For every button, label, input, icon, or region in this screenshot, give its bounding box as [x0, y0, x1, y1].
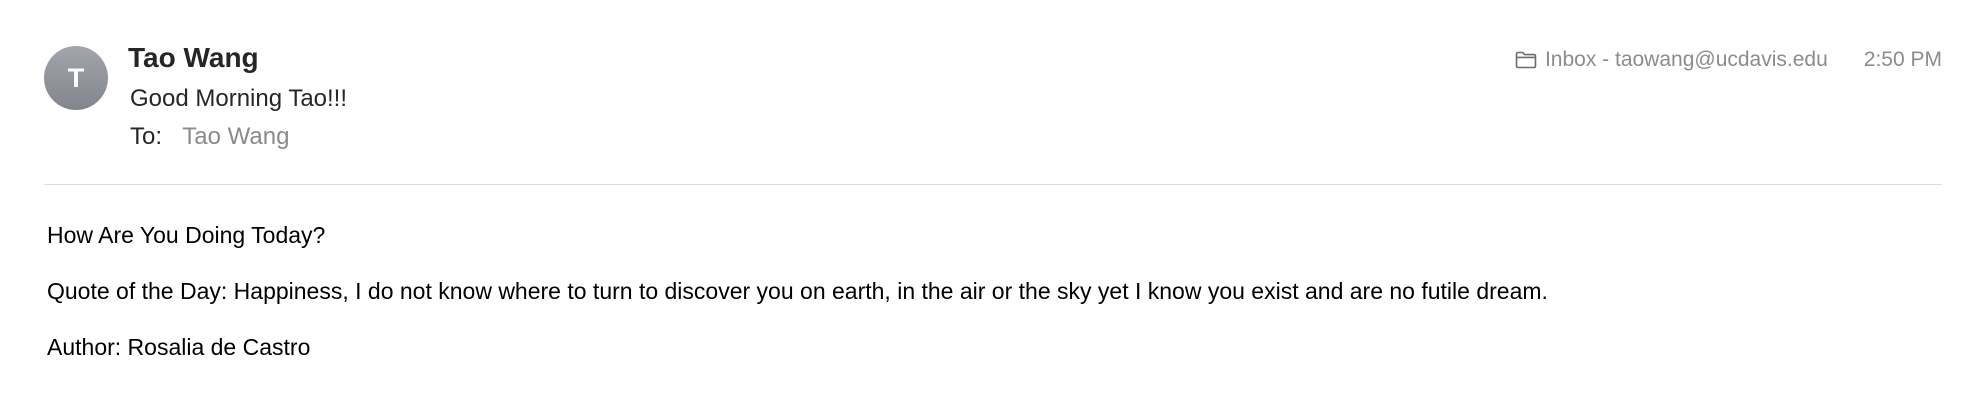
message-header: T Tao Wang Good Morning Tao!!! To: Tao W… — [0, 0, 1988, 186]
header-divider — [44, 184, 1942, 185]
message-subject: Good Morning Tao!!! — [130, 85, 348, 112]
sender-avatar[interactable]: T — [44, 46, 108, 110]
recipients-row: To: Tao Wang — [130, 123, 289, 151]
recipient-name[interactable]: Tao Wang — [182, 123, 289, 150]
avatar-initial: T — [67, 62, 85, 93]
body-greeting: How Are You Doing Today? — [47, 222, 326, 248]
mailbox-label[interactable]: Inbox - taowang@ucdavis.edu — [1545, 48, 1828, 72]
email-message-view: T Tao Wang Good Morning Tao!!! To: Tao W… — [0, 0, 1988, 416]
to-label: To: — [130, 123, 163, 150]
message-time: 2:50 PM — [1863, 48, 1942, 71]
message-meta: Inbox - taowang@ucdavis.edu 2:50 PM — [1515, 48, 1942, 72]
message-body: How Are You Doing Today? Quote of the Da… — [47, 222, 1927, 390]
folder-icon[interactable] — [1515, 51, 1537, 69]
body-author: Author: Rosalia de Castro — [47, 334, 311, 360]
sender-name[interactable]: Tao Wang — [128, 42, 259, 74]
body-quote: Quote of the Day: Happiness, I do not kn… — [47, 278, 1548, 304]
